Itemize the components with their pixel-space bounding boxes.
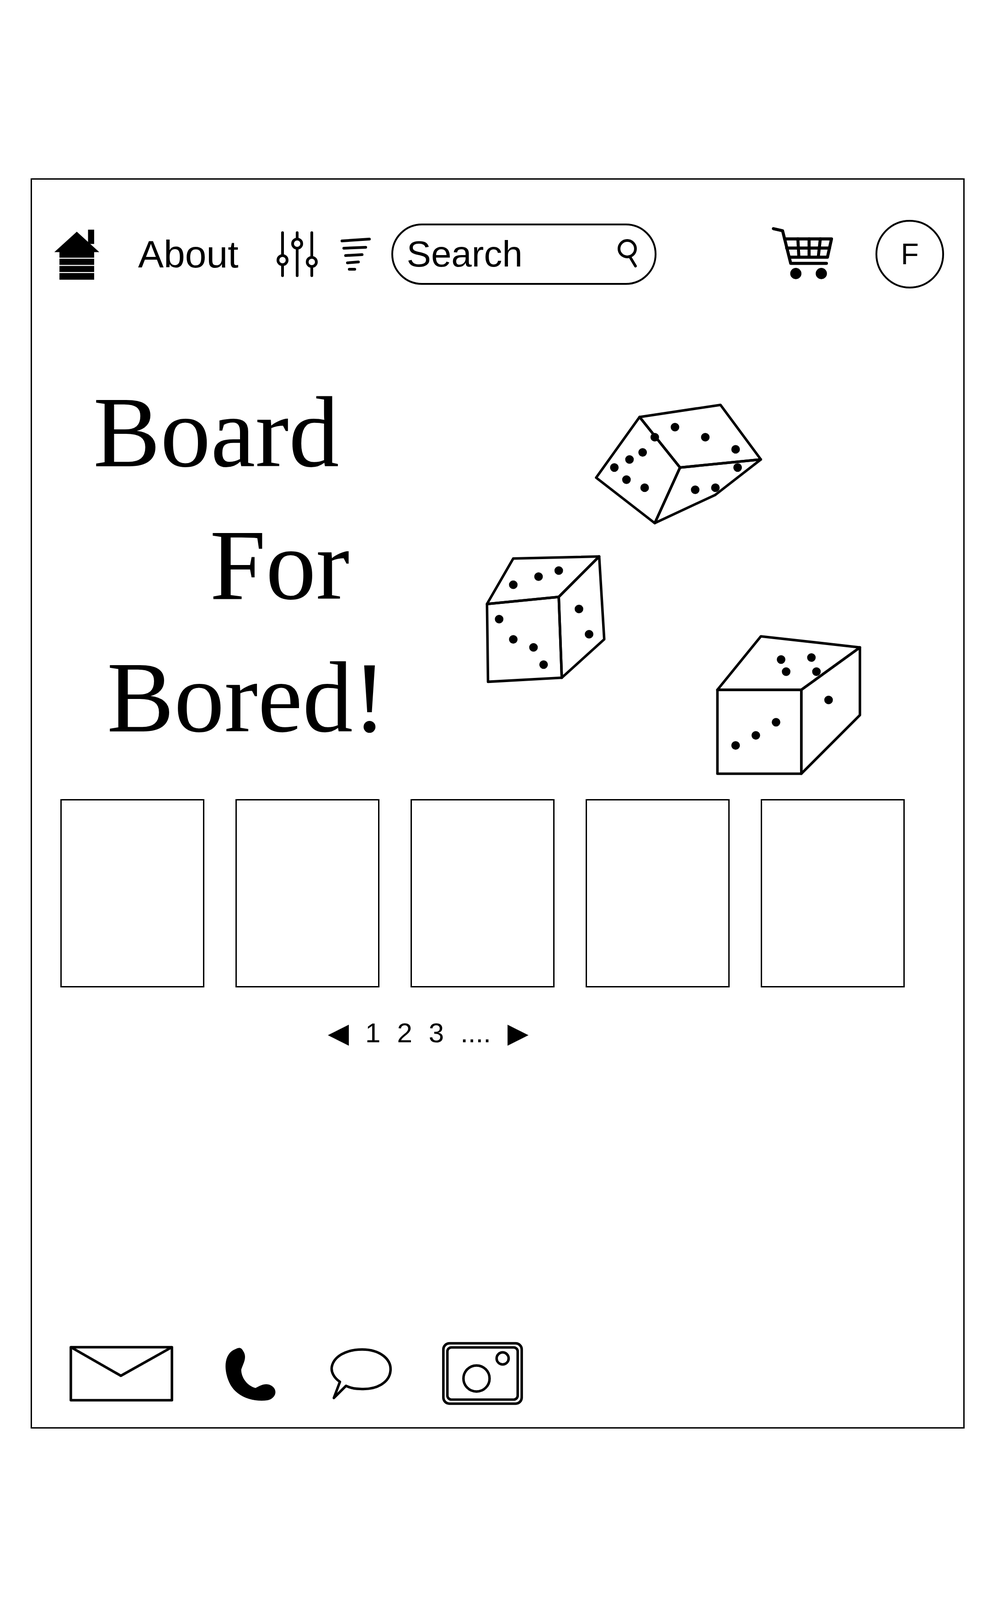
product-card[interactable]	[585, 799, 730, 988]
page-frame: About F BoardForBored! ◀ 123.... ▶	[30, 178, 965, 1429]
hero-line: For	[209, 498, 450, 632]
sliders-icon[interactable]	[274, 229, 321, 280]
search-bar	[391, 223, 657, 285]
page-number[interactable]: 1	[365, 1019, 381, 1047]
hero-line: Bored!	[106, 631, 450, 764]
magnifier-icon[interactable]	[613, 235, 641, 273]
profile-avatar[interactable]: F	[875, 219, 945, 289]
product-card[interactable]	[235, 799, 380, 988]
page-ellipsis: ....	[460, 1019, 491, 1047]
prev-button[interactable]: ◀	[327, 1019, 349, 1047]
page-number[interactable]: 3	[428, 1019, 444, 1047]
search-input[interactable]	[406, 233, 614, 276]
product-card[interactable]	[410, 799, 555, 988]
top-nav: About F	[32, 179, 964, 289]
product-card[interactable]	[760, 799, 905, 988]
page-number[interactable]: 2	[396, 1019, 412, 1047]
hero: BoardForBored!	[32, 366, 964, 781]
next-button[interactable]: ▶	[507, 1019, 529, 1047]
product-card[interactable]	[60, 799, 205, 988]
card-row	[32, 799, 964, 988]
home-icon[interactable]	[51, 223, 103, 285]
about-link[interactable]: About	[138, 234, 239, 274]
profile-initial: F	[900, 239, 919, 269]
filter-icon[interactable]	[338, 233, 374, 275]
dice-illustration	[480, 396, 865, 781]
chat-icon[interactable]	[327, 1343, 395, 1405]
hero-line: Board	[93, 366, 450, 499]
pagination: ◀ 123.... ▶	[32, 1019, 964, 1047]
hero-title: BoardForBored!	[93, 366, 450, 764]
footer-contacts	[32, 1340, 964, 1428]
mail-icon[interactable]	[67, 1343, 176, 1405]
phone-icon[interactable]	[220, 1343, 283, 1405]
cart-icon[interactable]	[770, 222, 837, 287]
instagram-icon[interactable]	[440, 1340, 525, 1407]
